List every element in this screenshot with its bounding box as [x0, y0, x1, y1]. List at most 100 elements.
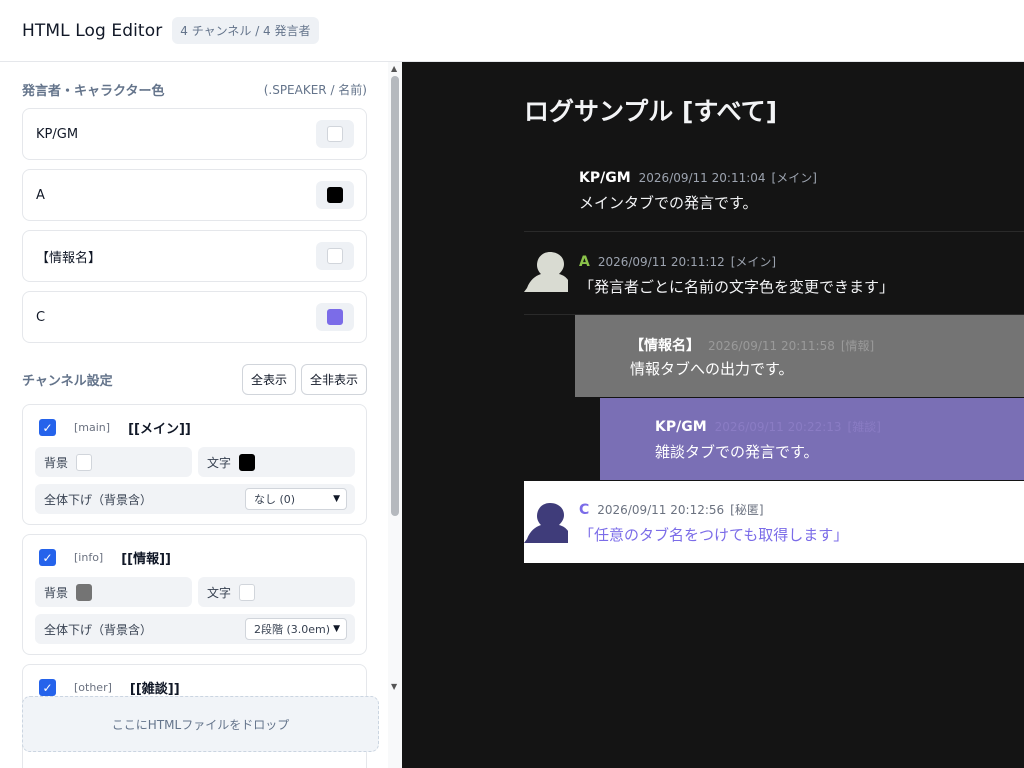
chevron-down-icon: ▼: [333, 494, 340, 504]
message-header: A 2026/09/11 20:11:12 [メイン]: [579, 253, 776, 270]
channel-id: [other]: [74, 681, 112, 694]
color-swatch: [327, 126, 343, 142]
scroll-down-arrow-icon[interactable]: ▼: [391, 682, 397, 691]
scrollbar-thumb[interactable]: [391, 76, 399, 516]
channel-speaker-count-badge: 4 チャンネル / 4 発言者: [172, 17, 319, 44]
background-color-swatch[interactable]: [76, 583, 93, 601]
message-speaker: C: [579, 502, 590, 518]
message-body: 「発言者ごとに名前の文字色を変更できます」: [579, 278, 895, 296]
speaker-row-a: A: [22, 169, 367, 221]
color-swatch: [327, 187, 343, 203]
indent-select-value: なし (0): [254, 493, 296, 506]
message-tab: [雑談]: [847, 420, 881, 434]
message-speaker: KP/GM: [579, 170, 631, 186]
channel-enabled-checkbox[interactable]: ✓: [39, 419, 56, 436]
message-body: 雑談タブでの発言です。: [655, 443, 819, 461]
speakers-section-hint: (.SPEAKER / 名前): [263, 83, 367, 97]
indent-select-value: 2段階 (3.0em): [254, 623, 331, 636]
message-body: 「任意のタブ名をつけても取得します」: [579, 526, 849, 544]
speaker-name: C: [36, 309, 46, 325]
message-header: KP/GM 2026/09/11 20:22:13 [雑談]: [655, 418, 881, 435]
message-header: 【情報名】 2026/09/11 20:11:58 [情報]: [630, 335, 874, 355]
speaker-color-picker[interactable]: [316, 120, 354, 148]
log-message: KP/GM 2026/09/11 20:11:04 [メイン] メインタブでの発…: [524, 147, 1024, 227]
log-preview: ログサンプル [すべて] KP/GM 2026/09/11 20:11:04 […: [402, 62, 1024, 768]
channel-enabled-checkbox[interactable]: ✓: [39, 549, 56, 566]
check-icon: ✓: [42, 680, 53, 695]
color-swatch: [327, 309, 343, 325]
speaker-color-picker[interactable]: [316, 181, 354, 209]
chevron-down-icon: ▼: [333, 624, 340, 634]
indent-select[interactable]: 2段階 (3.0em) ▼: [245, 618, 347, 640]
channel-header: ✓ [info] [[情報]]: [39, 548, 171, 567]
message-timestamp: 2026/09/11 20:11:12: [597, 255, 725, 269]
settings-scrollbar[interactable]: ▲ ▼: [388, 62, 402, 768]
channel-id: [info]: [74, 551, 104, 564]
channel-header: ✓ [other] [[雑談]]: [39, 678, 180, 697]
message-speaker: 【情報名】: [630, 338, 700, 354]
preview-title: ログサンプル [すべて]: [524, 97, 778, 126]
speaker-name: KP/GM: [36, 126, 79, 142]
indent-label: 全体下げ（背景含）: [44, 622, 153, 637]
speaker-row-kpgm: KP/GM: [22, 108, 367, 160]
message-tab: [秘匿]: [730, 503, 764, 517]
message-timestamp: 2026/09/11 20:22:13: [714, 420, 842, 434]
scroll-up-arrow-icon[interactable]: ▲: [391, 64, 397, 73]
silhouette-avatar-icon: [524, 503, 568, 543]
channel-header: ✓ [main] [[メイン]]: [39, 418, 191, 437]
text-color-field[interactable]: 文字: [198, 447, 355, 477]
log-message-info: 【情報名】 2026/09/11 20:11:58 [情報] 情報タブへの出力で…: [575, 315, 1024, 397]
settings-panel: 発言者・キャラクター色 (.SPEAKER / 名前) KP/GM A 【情報名…: [0, 62, 402, 768]
message-header: KP/GM 2026/09/11 20:11:04 [メイン]: [579, 169, 817, 186]
message-speaker: A: [579, 254, 590, 270]
speakers-section-title: 発言者・キャラクター色: [22, 84, 165, 99]
message-body: 情報タブへの出力です。: [630, 360, 794, 378]
color-swatch: [327, 248, 343, 264]
check-icon: ✓: [42, 420, 53, 435]
indent-select[interactable]: なし (0) ▼: [245, 488, 347, 510]
silhouette-avatar-icon: [524, 252, 568, 292]
channels-section-title: チャンネル設定: [22, 374, 113, 389]
background-color-swatch[interactable]: [76, 453, 93, 471]
channel-name: [[情報]]: [121, 552, 171, 567]
text-color-field[interactable]: 文字: [198, 577, 355, 607]
message-tab: [情報]: [840, 339, 875, 353]
hide-all-button[interactable]: 全非表示: [300, 364, 367, 395]
background-color-field[interactable]: 背景: [35, 577, 192, 607]
background-color-label: 背景: [44, 455, 69, 470]
channels-section-header: チャンネル設定 全表示 全非表示: [22, 364, 367, 395]
message-timestamp: 2026/09/11 20:11:04: [638, 171, 766, 185]
app-title: HTML Log Editor: [22, 20, 163, 41]
indent-setting-row: 全体下げ（背景含） なし (0) ▼: [35, 484, 355, 514]
speaker-color-picker[interactable]: [316, 242, 354, 270]
channel-color-row: 背景 文字: [35, 577, 355, 607]
message-tab: [メイン]: [730, 255, 777, 269]
speaker-row-c: C: [22, 291, 367, 343]
speaker-name: A: [36, 187, 45, 203]
channel-id: [main]: [74, 421, 111, 434]
text-color-label: 文字: [207, 585, 232, 600]
text-color-swatch[interactable]: [239, 583, 256, 601]
channel-enabled-checkbox[interactable]: ✓: [39, 679, 56, 696]
channel-name: [[メイン]]: [128, 422, 191, 437]
channel-color-row: 背景 文字: [35, 447, 355, 477]
channel-name: [[雑談]]: [129, 682, 180, 697]
settings-scroll-area[interactable]: 発言者・キャラクター色 (.SPEAKER / 名前) KP/GM A 【情報名…: [0, 62, 388, 768]
text-color-label: 文字: [207, 455, 232, 470]
html-file-drop-zone[interactable]: ここにHTMLファイルをドロップ: [22, 696, 379, 752]
indent-setting-row: 全体下げ（背景含） 2段階 (3.0em) ▼: [35, 614, 355, 644]
message-tab: [メイン]: [771, 171, 817, 185]
message-timestamp: 2026/09/11 20:11:58: [708, 339, 835, 353]
background-color-label: 背景: [44, 585, 69, 600]
show-all-button[interactable]: 全表示: [241, 364, 296, 395]
app-header: HTML Log Editor 4 チャンネル / 4 発言者: [0, 0, 1024, 62]
message-speaker: KP/GM: [655, 419, 707, 435]
speaker-row-info-name: 【情報名】: [22, 230, 367, 282]
background-color-field[interactable]: 背景: [35, 447, 192, 477]
message-header: C 2026/09/11 20:12:56 [秘匿]: [579, 501, 764, 518]
channel-visibility-buttons: 全表示 全非表示: [241, 364, 367, 395]
channel-card-info: ✓ [info] [[情報]] 背景 文字 全体下げ（背景含） 2段階 (3.0…: [22, 534, 367, 655]
indent-label: 全体下げ（背景含）: [44, 492, 153, 507]
speaker-color-picker[interactable]: [316, 303, 354, 331]
text-color-swatch[interactable]: [239, 453, 256, 471]
